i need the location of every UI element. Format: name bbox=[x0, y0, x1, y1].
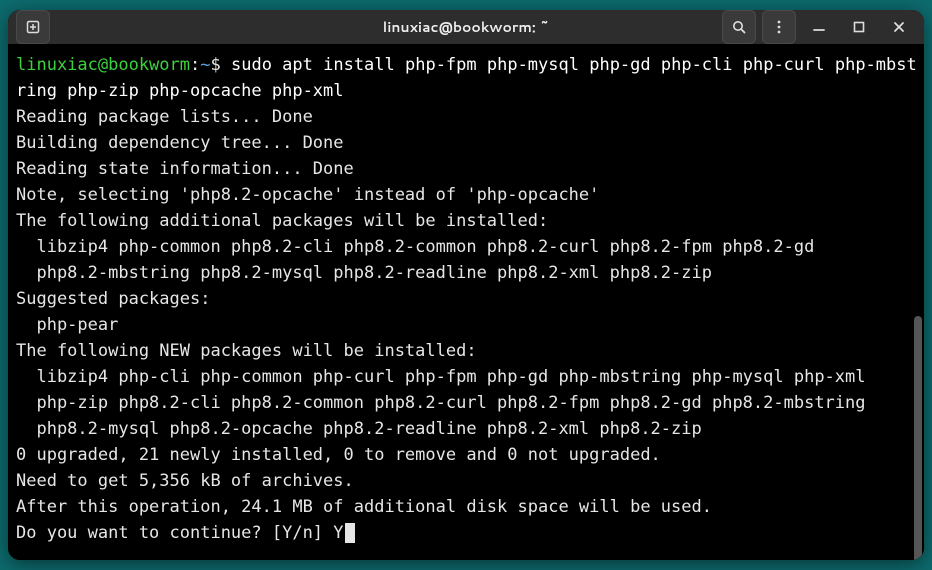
output-line: Need to get 5,356 kB of archives. bbox=[16, 471, 354, 491]
output-line: Suggested packages: bbox=[16, 289, 210, 309]
prompt-confirm: Do you want to continue? [Y/n] bbox=[16, 523, 333, 543]
menu-button[interactable] bbox=[762, 10, 796, 44]
minimize-icon bbox=[811, 19, 827, 35]
terminal-content[interactable]: linuxiac@bookworm:~$ sudo apt install ph… bbox=[8, 44, 924, 560]
prompt-symbol: $ bbox=[211, 55, 221, 75]
output-line: The following NEW packages will be insta… bbox=[16, 341, 477, 361]
maximize-icon bbox=[851, 19, 867, 35]
output-line: Reading package lists... Done bbox=[16, 107, 313, 127]
new-tab-icon bbox=[25, 19, 41, 35]
output-line: The following additional packages will b… bbox=[16, 211, 548, 231]
kebab-menu-icon bbox=[771, 19, 787, 35]
cursor bbox=[345, 523, 355, 543]
close-icon bbox=[891, 19, 907, 35]
search-button[interactable] bbox=[722, 10, 756, 44]
output-line: Reading state information... Done bbox=[16, 159, 354, 179]
output-line: php-zip php8.2-cli php8.2-common php8.2-… bbox=[16, 393, 866, 413]
output-line: After this operation, 24.1 MB of additio… bbox=[16, 497, 712, 517]
close-button[interactable] bbox=[882, 10, 916, 44]
output-line: 0 upgraded, 21 newly installed, 0 to rem… bbox=[16, 445, 661, 465]
scrollbar-track[interactable] bbox=[914, 94, 922, 560]
minimize-button[interactable] bbox=[802, 10, 836, 44]
terminal-window: linuxiac@bookworm: ~ bbox=[8, 10, 924, 560]
scrollbar-thumb[interactable] bbox=[914, 316, 922, 560]
search-icon bbox=[731, 19, 747, 35]
output-line: Building dependency tree... Done bbox=[16, 133, 344, 153]
prompt-userhost: linuxiac@bookworm bbox=[16, 55, 190, 75]
titlebar-right bbox=[722, 10, 916, 44]
user-answer: Y bbox=[333, 523, 343, 543]
titlebar-left bbox=[16, 10, 50, 44]
titlebar: linuxiac@bookworm: ~ bbox=[8, 10, 924, 44]
new-tab-button[interactable] bbox=[16, 10, 50, 44]
output-line: php-pear bbox=[16, 315, 118, 335]
prompt-path: ~ bbox=[200, 55, 210, 75]
output-line: php8.2-mysql php8.2-opcache php8.2-readl… bbox=[16, 419, 702, 439]
output-line: Note, selecting 'php8.2-opcache' instead… bbox=[16, 185, 599, 205]
maximize-button[interactable] bbox=[842, 10, 876, 44]
output-line: libzip4 php-common php8.2-cli php8.2-com… bbox=[16, 237, 814, 257]
output-line: php8.2-mbstring php8.2-mysql php8.2-read… bbox=[16, 263, 712, 283]
prompt-colon: : bbox=[190, 55, 200, 75]
output-line: libzip4 php-cli php-common php-curl php-… bbox=[16, 367, 866, 387]
